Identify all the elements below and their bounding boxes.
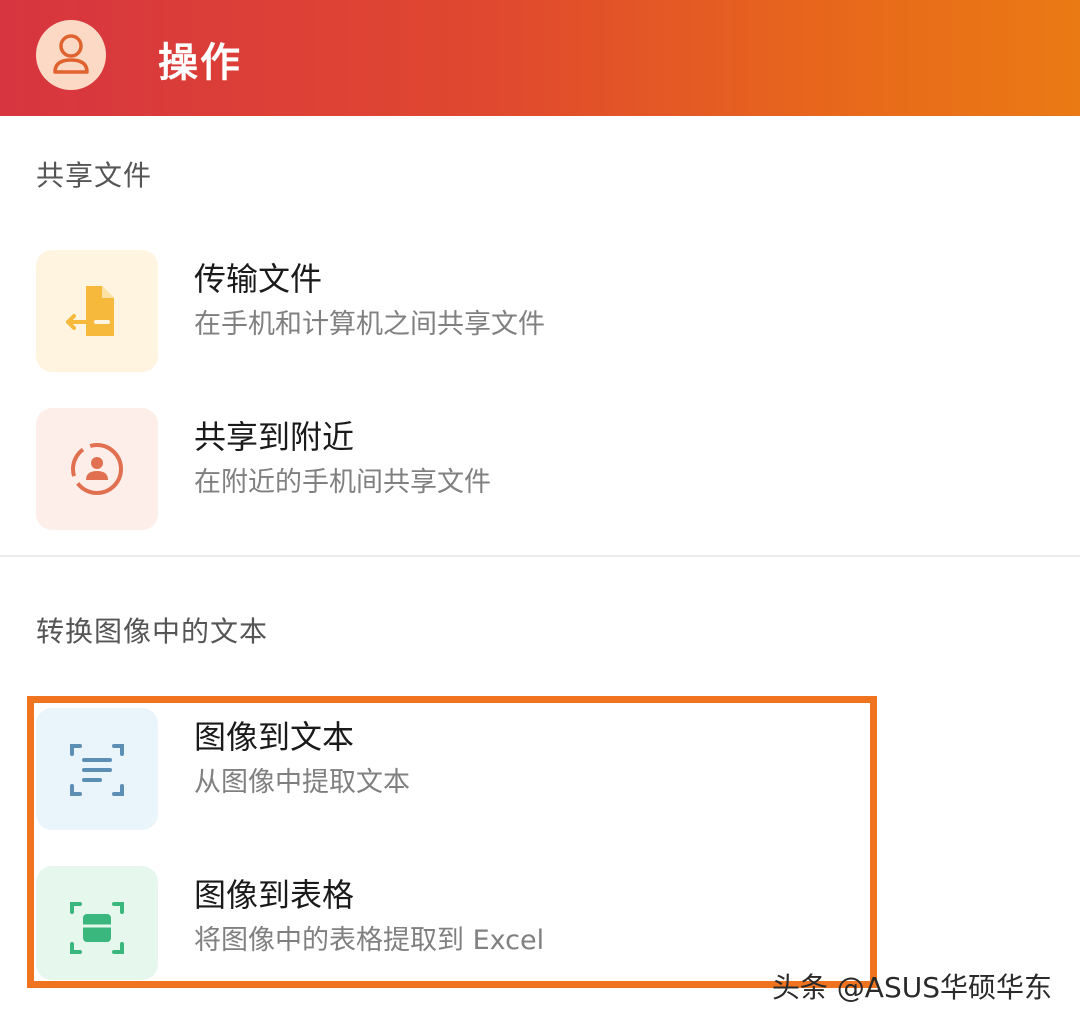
- app-header: 操作: [0, 0, 1080, 116]
- item-subtitle: 在手机和计算机之间共享文件: [194, 309, 545, 340]
- user-avatar-icon[interactable]: [36, 20, 106, 90]
- page-title: 操作: [158, 40, 242, 86]
- highlight-box: [27, 696, 877, 988]
- section-title-share-files: 共享文件: [36, 159, 153, 192]
- list-item-transfer-files[interactable]: 传输文件 在手机和计算机之间共享文件: [0, 240, 1080, 380]
- watermark: 头条 @ASUS华硕华东: [771, 971, 1052, 1004]
- item-subtitle: 在附近的手机间共享文件: [194, 467, 491, 498]
- section-title-convert-text: 转换图像中的文本: [36, 615, 269, 648]
- item-title: 共享到附近: [194, 418, 355, 456]
- nearby-share-icon: [36, 408, 158, 530]
- list-item-nearby-share[interactable]: 共享到附近 在附近的手机间共享文件: [0, 398, 1080, 538]
- item-title: 传输文件: [194, 260, 323, 298]
- file-transfer-icon: [36, 250, 158, 372]
- section-divider: [0, 555, 1080, 557]
